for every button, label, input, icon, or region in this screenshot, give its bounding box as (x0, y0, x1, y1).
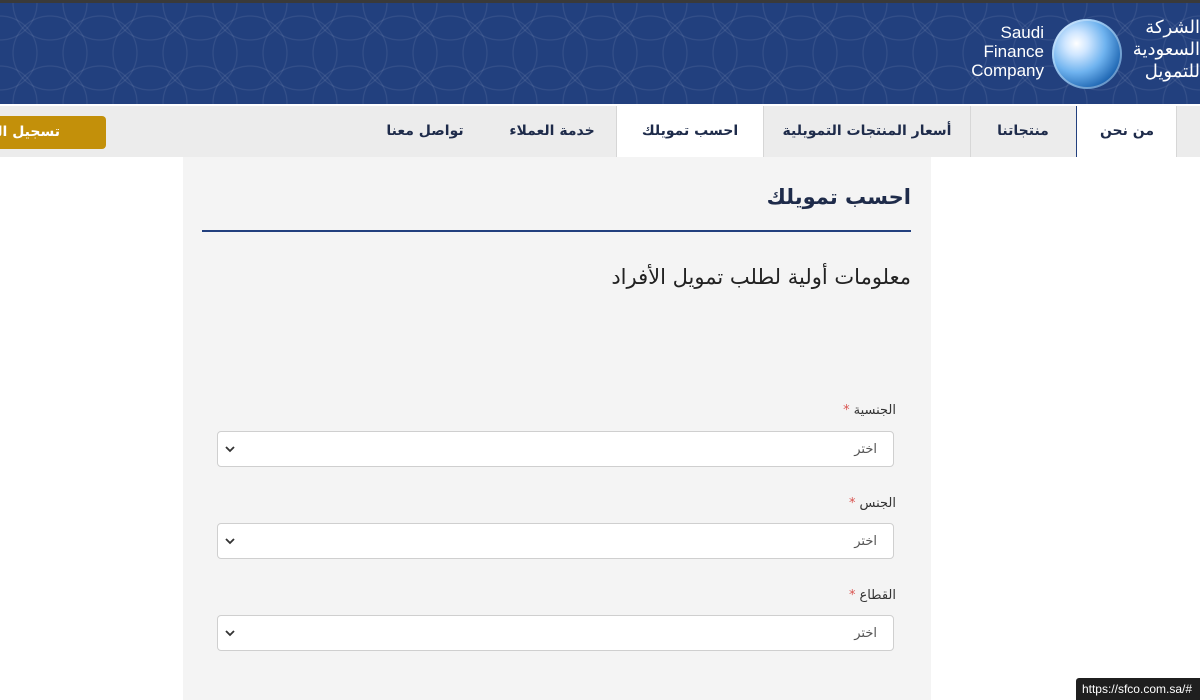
logo-arabic-text: الشركة السعودية للتمويل (1122, 17, 1200, 83)
logo-en-line: Finance (983, 42, 1044, 61)
gender-label: الجنس* (849, 496, 896, 511)
link-status-bar: https://sfco.com.sa/# (1075, 678, 1200, 700)
login-button[interactable]: تسجيل الدخول (0, 116, 106, 149)
nationality-label: الجنسية* (843, 403, 896, 418)
logo-en-line: Company (971, 61, 1044, 80)
required-mark: * (849, 496, 856, 511)
gender-label-text: الجنس (859, 496, 896, 511)
login-button-label: تسجيل الدخول (0, 124, 60, 140)
logo-ar-line: الشركة (1145, 17, 1200, 38)
gender-select-value: اختر (854, 534, 877, 549)
sector-select[interactable]: اختر (217, 615, 894, 651)
required-mark: * (848, 588, 856, 603)
chevron-down-icon (225, 446, 235, 453)
logo-ar-line: للتمويل (1144, 61, 1200, 82)
gender-select[interactable]: اختر (217, 523, 894, 559)
nationality-select[interactable]: اختر (217, 431, 894, 467)
logo-english-text: Saudi Finance Company (971, 23, 1044, 80)
chevron-down-icon (225, 630, 235, 637)
nav-item-products[interactable]: منتجاتنا (970, 106, 1076, 157)
nav-item-contact-us[interactable]: تواصل معنا (360, 106, 490, 157)
company-logo[interactable]: Saudi Finance Company الشركة السعودية لل… (960, 13, 1200, 99)
form-subtitle: معلومات أولية لطلب تمويل الأفراد (611, 265, 911, 289)
nationality-label-text: الجنسية (853, 403, 896, 418)
page-title: احسب تمويلك (766, 185, 911, 209)
nav-item-calculate-financing[interactable]: احسب تمويلك (616, 106, 764, 157)
logo-ar-line: السعودية (1132, 39, 1200, 60)
main-nav: من نحن منتجاتنا أسعار المنتجات التمويلية… (0, 106, 1200, 157)
nav-item-product-prices[interactable]: أسعار المنتجات التمويلية (764, 106, 970, 157)
title-divider (202, 230, 911, 232)
nav-separator (970, 106, 971, 157)
sector-label: القطاع* (849, 588, 896, 603)
sector-label-text: القطاع (859, 588, 896, 603)
chevron-down-icon (225, 538, 235, 545)
site-header: Saudi Finance Company الشركة السعودية لل… (0, 3, 1200, 106)
nav-separator (1176, 106, 1177, 157)
financing-form-panel: احسب تمويلك معلومات أولية لطلب تمويل الأ… (183, 157, 931, 700)
nav-item-about-us[interactable]: من نحن (1076, 106, 1177, 157)
nationality-select-value: اختر (854, 442, 877, 457)
nav-item-customer-service[interactable]: خدمة العملاء (490, 106, 614, 157)
required-mark: * (843, 403, 850, 418)
sector-select-value: اختر (854, 626, 877, 641)
logo-en-line: Saudi (1000, 23, 1044, 42)
globe-logo-icon (1052, 19, 1122, 89)
